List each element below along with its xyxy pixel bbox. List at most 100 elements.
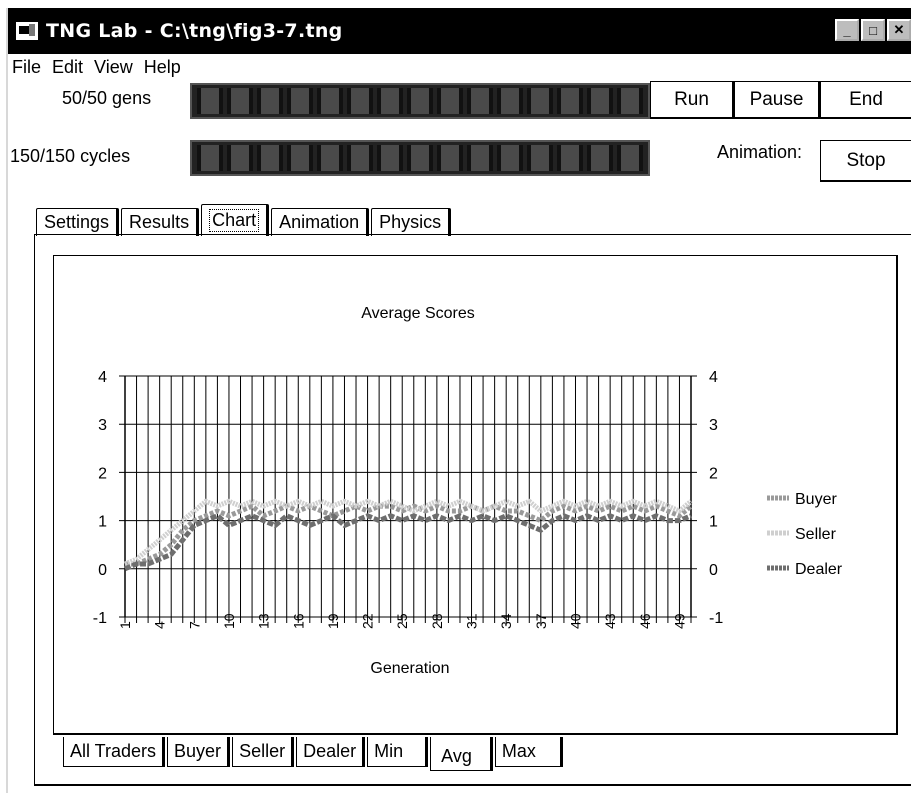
x-tick-label: 7 [186,621,202,629]
gens-progress-segment [467,88,493,114]
tab-all-traders[interactable]: All Traders [63,737,166,767]
legend-label-seller: Seller [795,526,837,543]
y-tick-label-right: 2 [709,465,718,482]
cycles-progress-segment [497,145,523,171]
tab-physics[interactable]: Physics [371,208,452,236]
cycles-progress-segment [227,145,253,171]
tab-results[interactable]: Results [121,208,200,236]
tab-min[interactable]: Min [367,737,429,767]
gens-progress-segment [287,88,313,114]
y-tick-label-left: 4 [98,369,107,386]
x-tick-label: 49 [671,613,687,629]
gens-progress-segment [617,88,643,114]
menu-edit[interactable]: Edit [48,57,90,78]
y-tick-label-right: -1 [709,610,723,627]
y-tick-label-right: 3 [709,417,718,434]
tab-buyer[interactable]: Buyer [167,737,231,767]
gens-progress-segment [257,88,283,114]
chart-title: Average Scores [361,305,475,322]
series-line-dealer [124,513,692,572]
cycles-progress-segment [527,145,553,171]
y-tick-label-right: 0 [709,562,718,579]
cycles-progress-segment [257,145,283,171]
gens-progress-segment [347,88,373,114]
x-tick-label: 4 [152,621,168,629]
cycles-progress-segment [377,145,403,171]
tab-chart[interactable]: Chart [201,204,270,236]
x-axis-label: Generation [370,660,449,677]
gens-progress-segment [437,88,463,114]
close-icon[interactable]: ✕ [887,19,911,41]
gens-progress-segment [227,88,253,114]
tab-label: Physics [379,212,442,232]
x-tick-label: 1 [117,621,133,629]
tab-label: Results [129,212,190,232]
cycles-progress-segment [407,145,433,171]
run-button[interactable]: Run [650,81,734,119]
gens-progress-segment [527,88,553,114]
x-tick-label: 16 [290,613,306,629]
main-tabs: Settings Results Chart Animation Physics [36,204,453,236]
tab-seller[interactable]: Seller [232,737,295,767]
tab-animation[interactable]: Animation [271,208,370,236]
title-bar[interactable]: TNG Lab - C:\tng\fig3-7.tng _ □ ✕ [8,8,911,54]
menu-view[interactable]: View [90,57,140,78]
menu-file[interactable]: File [8,57,48,78]
stop-button[interactable]: Stop [820,140,911,182]
window-controls: _ □ ✕ [835,19,911,41]
pause-button[interactable]: Pause [734,81,820,119]
gens-progress-segment [407,88,433,114]
x-tick-label: 34 [498,613,514,629]
end-button[interactable]: End [820,81,911,119]
tab-label: Settings [44,212,110,232]
gens-progress-segment [317,88,343,114]
gens-progress-bar [190,83,650,119]
minimize-icon[interactable]: _ [835,19,859,41]
app-window: TNG Lab - C:\tng\fig3-7.tng _ □ ✕ File E… [6,8,911,793]
y-tick-label-right: 4 [709,369,718,386]
gens-progress-segment [587,88,613,114]
tab-settings[interactable]: Settings [36,208,120,236]
menu-help[interactable]: Help [140,57,188,78]
y-tick-label-left: 2 [98,465,107,482]
x-tick-label: 19 [325,613,341,629]
gens-progress-segment [497,88,523,114]
gens-progress-segment [557,88,583,114]
cycles-progress-segment [287,145,313,171]
animation-label: Animation: [717,142,803,162]
app-icon[interactable] [16,22,38,40]
average-scores-chart: Average Scores4 43 32 21 10 0-1 -11 4 7 10 13 16 19 2… [93,305,843,677]
x-tick-label: 28 [429,613,445,629]
gens-progress-segment [377,88,403,114]
x-tick-label: 10 [221,613,237,629]
x-tick-label: 43 [602,613,618,629]
cycles-progress-segment [197,145,223,171]
cycles-progress-segment [317,145,343,171]
cycles-progress-bar [190,140,650,176]
legend-label-dealer: Dealer [795,561,843,578]
maximize-icon[interactable]: □ [861,19,885,41]
tab-dealer[interactable]: Dealer [296,737,366,767]
cycles-progress-segment [587,145,613,171]
series-line-seller [124,498,693,567]
tab-label: Chart [209,209,260,232]
tab-max[interactable]: Max [494,737,563,767]
cycles-label: 150/150 cycles [10,146,131,166]
menu-bar: File Edit View Help [8,54,911,80]
cycles-progress-segment [437,145,463,171]
gens-label: 50/50 gens [62,88,152,108]
chart-frame: Average Scores 4 4 3 3 2 2 1 1 0 0 -1 -1 1 4 7 10 13 16 19 2… [53,255,898,735]
tab-label: Animation [279,212,360,232]
x-tick-label: 31 [464,613,480,629]
legend-label-buyer: Buyer [795,491,837,508]
series-line-buyer [125,503,693,567]
y-tick-label-left: 3 [98,417,107,434]
gens-progress-segment [197,88,223,114]
tab-avg[interactable]: Avg [430,737,493,771]
trader-tabs: All Traders Buyer Seller Dealer Min Avg … [63,737,565,771]
y-tick-label-right: 1 [709,514,718,531]
x-tick-label: 46 [637,613,653,629]
cycles-progress-segment [347,145,373,171]
x-tick-label: 40 [567,613,583,629]
x-tick-label: 22 [360,613,376,629]
